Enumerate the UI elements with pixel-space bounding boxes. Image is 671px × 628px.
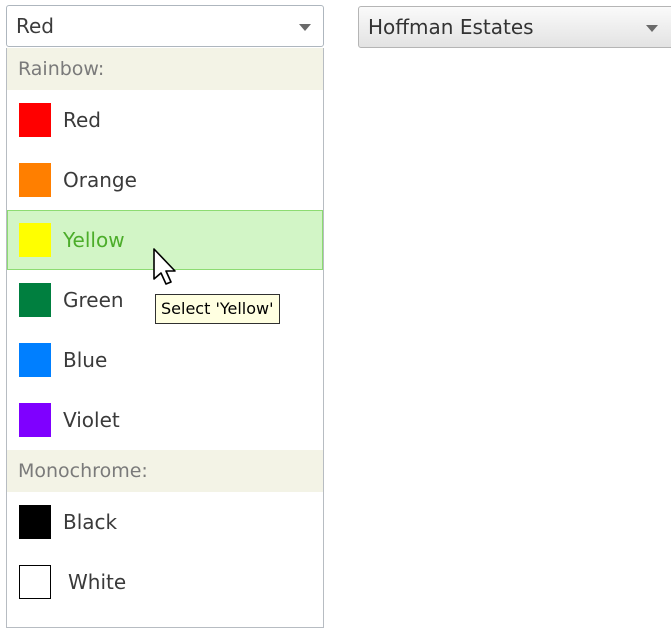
chevron-down-icon[interactable]	[299, 24, 311, 31]
chevron-down-icon[interactable]	[646, 25, 658, 32]
city-combobox-value: Hoffman Estates	[368, 15, 534, 39]
orange-swatch-icon	[19, 163, 51, 197]
list-item-label: Red	[63, 108, 101, 132]
list-item-black[interactable]: Black	[7, 492, 323, 552]
city-combobox[interactable]: Hoffman Estates	[358, 6, 671, 48]
list-item-label: Black	[63, 510, 118, 534]
group-header-rainbow: Rainbow:	[7, 48, 323, 90]
list-item-white[interactable]: White	[7, 552, 323, 612]
white-swatch-icon	[19, 565, 51, 599]
violet-swatch-icon	[19, 403, 51, 437]
color-combobox-value: Red	[16, 14, 54, 38]
list-item-violet[interactable]: Violet	[7, 390, 323, 450]
yellow-swatch-icon	[19, 223, 51, 257]
list-item-label: Blue	[63, 348, 108, 372]
red-swatch-icon	[19, 103, 51, 137]
list-item-label: White	[68, 570, 127, 594]
list-item-orange[interactable]: Orange	[7, 150, 323, 210]
blue-swatch-icon	[19, 343, 51, 377]
list-item-label: Orange	[63, 168, 137, 192]
green-swatch-icon	[19, 283, 51, 317]
list-item-blue[interactable]: Blue	[7, 330, 323, 390]
color-combobox[interactable]: Red	[6, 5, 324, 47]
tooltip: Select 'Yellow'	[155, 294, 280, 324]
black-swatch-icon	[19, 505, 51, 539]
list-item-red[interactable]: Red	[7, 90, 323, 150]
list-item-label: Yellow	[63, 228, 125, 252]
color-dropdown-list[interactable]: Rainbow: Red Orange Yellow Green Blue Vi…	[6, 48, 324, 628]
list-item-label: Violet	[63, 408, 120, 432]
group-header-monochrome: Monochrome:	[7, 450, 323, 492]
arrow-pointer-icon	[153, 248, 176, 285]
list-item-label: Green	[63, 288, 124, 312]
